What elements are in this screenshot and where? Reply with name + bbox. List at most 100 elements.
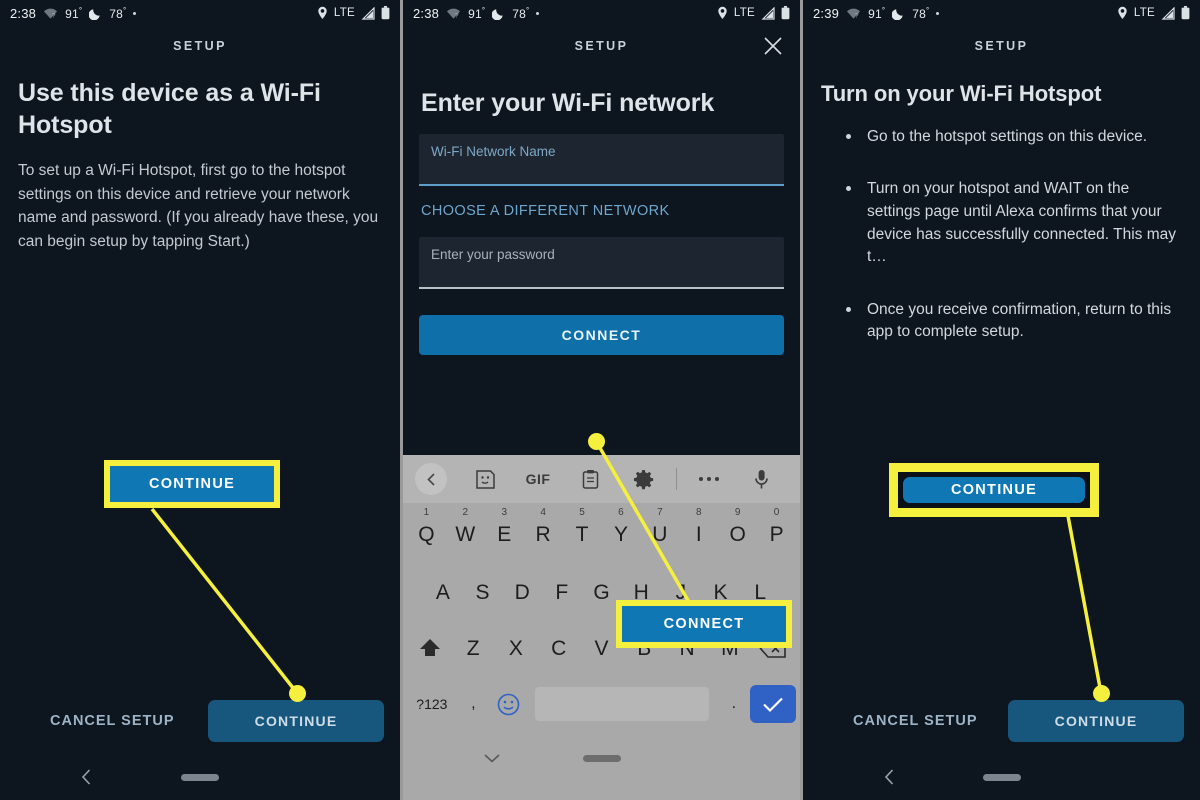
home-pill-icon[interactable]	[181, 773, 219, 781]
battery-icon	[1181, 6, 1190, 20]
key-t[interactable]: 5T	[563, 507, 602, 561]
continue-button[interactable]: CONTINUE	[1008, 700, 1184, 742]
key-u[interactable]: 7U	[640, 507, 679, 561]
signal-icon	[761, 6, 775, 20]
temp-low: 78°	[912, 5, 930, 21]
password-placeholder: Enter your password	[431, 246, 555, 262]
enter-key[interactable]	[750, 685, 796, 723]
key-d[interactable]: D	[502, 581, 542, 617]
keyboard-toolbar: GIF	[403, 455, 800, 503]
keyboard-back-button[interactable]	[415, 463, 459, 495]
backspace-icon[interactable]	[751, 638, 794, 673]
network-name-input[interactable]: Wi-Fi Network Name	[419, 133, 784, 186]
key-q[interactable]: 1Q	[407, 507, 446, 561]
signal-icon	[361, 6, 375, 20]
heading: Use this device as a Wi-Fi Hotspot	[18, 79, 321, 139]
cancel-setup-button[interactable]: CANCEL SETUP	[819, 713, 978, 729]
keyboard-row-3: Z X C V B N M	[403, 617, 800, 673]
status-time: 2:39	[813, 5, 840, 21]
chevron-down-icon[interactable]	[483, 752, 501, 764]
system-nav-bar	[803, 754, 1200, 800]
password-input[interactable]: Enter your password	[419, 236, 784, 289]
app-header: SETUP	[403, 26, 800, 66]
key-f[interactable]: F	[542, 581, 582, 617]
back-chevron-icon[interactable]	[883, 768, 896, 786]
signal-icon	[1161, 6, 1175, 20]
key-p[interactable]: 0P	[757, 507, 796, 561]
connect-button[interactable]: CONNECT	[419, 314, 784, 355]
temp-low: 78°	[512, 5, 530, 21]
list-item: Turn on your hotspot and WAIT on the set…	[823, 178, 1184, 269]
key-w[interactable]: 2W	[446, 507, 485, 561]
close-icon[interactable]	[762, 35, 784, 57]
page-title: SETUP	[574, 39, 629, 53]
numeric-toggle-key[interactable]: ?123	[407, 696, 457, 712]
callout-continue-3[interactable]: CONTINUE	[889, 463, 1099, 517]
microphone-icon[interactable]	[735, 469, 788, 490]
keyboard-row-2: A S D F G H J K L	[403, 561, 800, 617]
network-type-label: LTE	[733, 7, 755, 19]
period-key[interactable]: .	[717, 695, 750, 713]
page-title: SETUP	[173, 39, 227, 53]
key-z[interactable]: Z	[452, 637, 495, 673]
screenshot-triptych: 2:38 ? 91° 78° LTE SETUP Use this device…	[0, 0, 1200, 800]
system-nav-bar	[403, 735, 800, 781]
key-h[interactable]: H	[621, 581, 661, 617]
moon-icon	[492, 7, 505, 20]
callout-label: CONTINUE	[903, 477, 1085, 503]
key-m[interactable]: M	[708, 637, 751, 673]
app-header: SETUP	[0, 26, 400, 66]
overflow-dots-icon[interactable]	[683, 475, 736, 483]
cancel-setup-button[interactable]: CANCEL SETUP	[16, 713, 175, 729]
key-j[interactable]: J	[661, 581, 701, 617]
location-pin-icon	[717, 6, 728, 20]
choose-different-network-link[interactable]: CHOOSE A DIFFERENT NETWORK	[419, 186, 784, 237]
bottom-action-bar: CANCEL SETUP CONTINUE	[0, 688, 400, 754]
key-o[interactable]: 9O	[718, 507, 757, 561]
heading: Enter your Wi-Fi network	[421, 89, 715, 117]
location-pin-icon	[1117, 6, 1128, 20]
key-n[interactable]: N	[666, 637, 709, 673]
on-screen-keyboard: GIF 1Q 2W 3E 4R 5 T 6 Y 7 U 8 I 9 O 0 P …	[403, 455, 800, 800]
key-i[interactable]: 8I	[679, 507, 718, 561]
status-bar: 2:39 ? 91° 78° LTE	[803, 0, 1200, 26]
space-key[interactable]	[535, 687, 710, 721]
key-y[interactable]: 6Y	[602, 507, 641, 561]
dot-icon	[936, 11, 940, 15]
home-pill-icon[interactable]	[982, 773, 1021, 781]
moon-icon	[89, 7, 102, 20]
comma-key[interactable]: ,	[457, 695, 490, 713]
wifi-question-icon: ?	[846, 7, 861, 20]
emoji-icon[interactable]	[490, 693, 527, 716]
key-b[interactable]: B	[623, 637, 666, 673]
system-nav-bar	[0, 754, 400, 800]
gif-button[interactable]: GIF	[512, 471, 565, 487]
network-type-label: LTE	[333, 7, 355, 19]
key-r[interactable]: 4R	[524, 507, 563, 561]
list-item: Go to the hotspot settings on this devic…	[823, 126, 1184, 149]
shift-icon[interactable]	[409, 637, 452, 673]
panel-1: 2:38 ? 91° 78° LTE SETUP Use this device…	[0, 0, 400, 800]
key-x[interactable]: X	[495, 637, 538, 673]
continue-button[interactable]: CONTINUE	[208, 700, 384, 742]
key-l[interactable]: L	[740, 581, 780, 617]
key-k[interactable]: K	[701, 581, 741, 617]
svg-text:?: ?	[855, 12, 859, 19]
key-c[interactable]: C	[537, 637, 580, 673]
key-g[interactable]: G	[582, 581, 622, 617]
key-a[interactable]: A	[423, 581, 463, 617]
key-s[interactable]: S	[463, 581, 503, 617]
location-pin-icon	[317, 6, 328, 20]
callout-gap: CONTINUE	[898, 472, 1090, 508]
key-v[interactable]: V	[580, 637, 623, 673]
key-e[interactable]: 3E	[485, 507, 524, 561]
gear-icon[interactable]	[617, 469, 670, 490]
home-pill-icon[interactable]	[582, 754, 621, 762]
back-chevron-icon	[415, 463, 447, 495]
check-icon	[762, 696, 784, 713]
callout-continue-1[interactable]: CONTINUE	[104, 460, 280, 508]
clipboard-icon[interactable]	[564, 469, 617, 490]
back-chevron-icon[interactable]	[80, 768, 93, 786]
sticker-icon[interactable]	[459, 469, 512, 490]
network-type-label: LTE	[1133, 7, 1155, 19]
